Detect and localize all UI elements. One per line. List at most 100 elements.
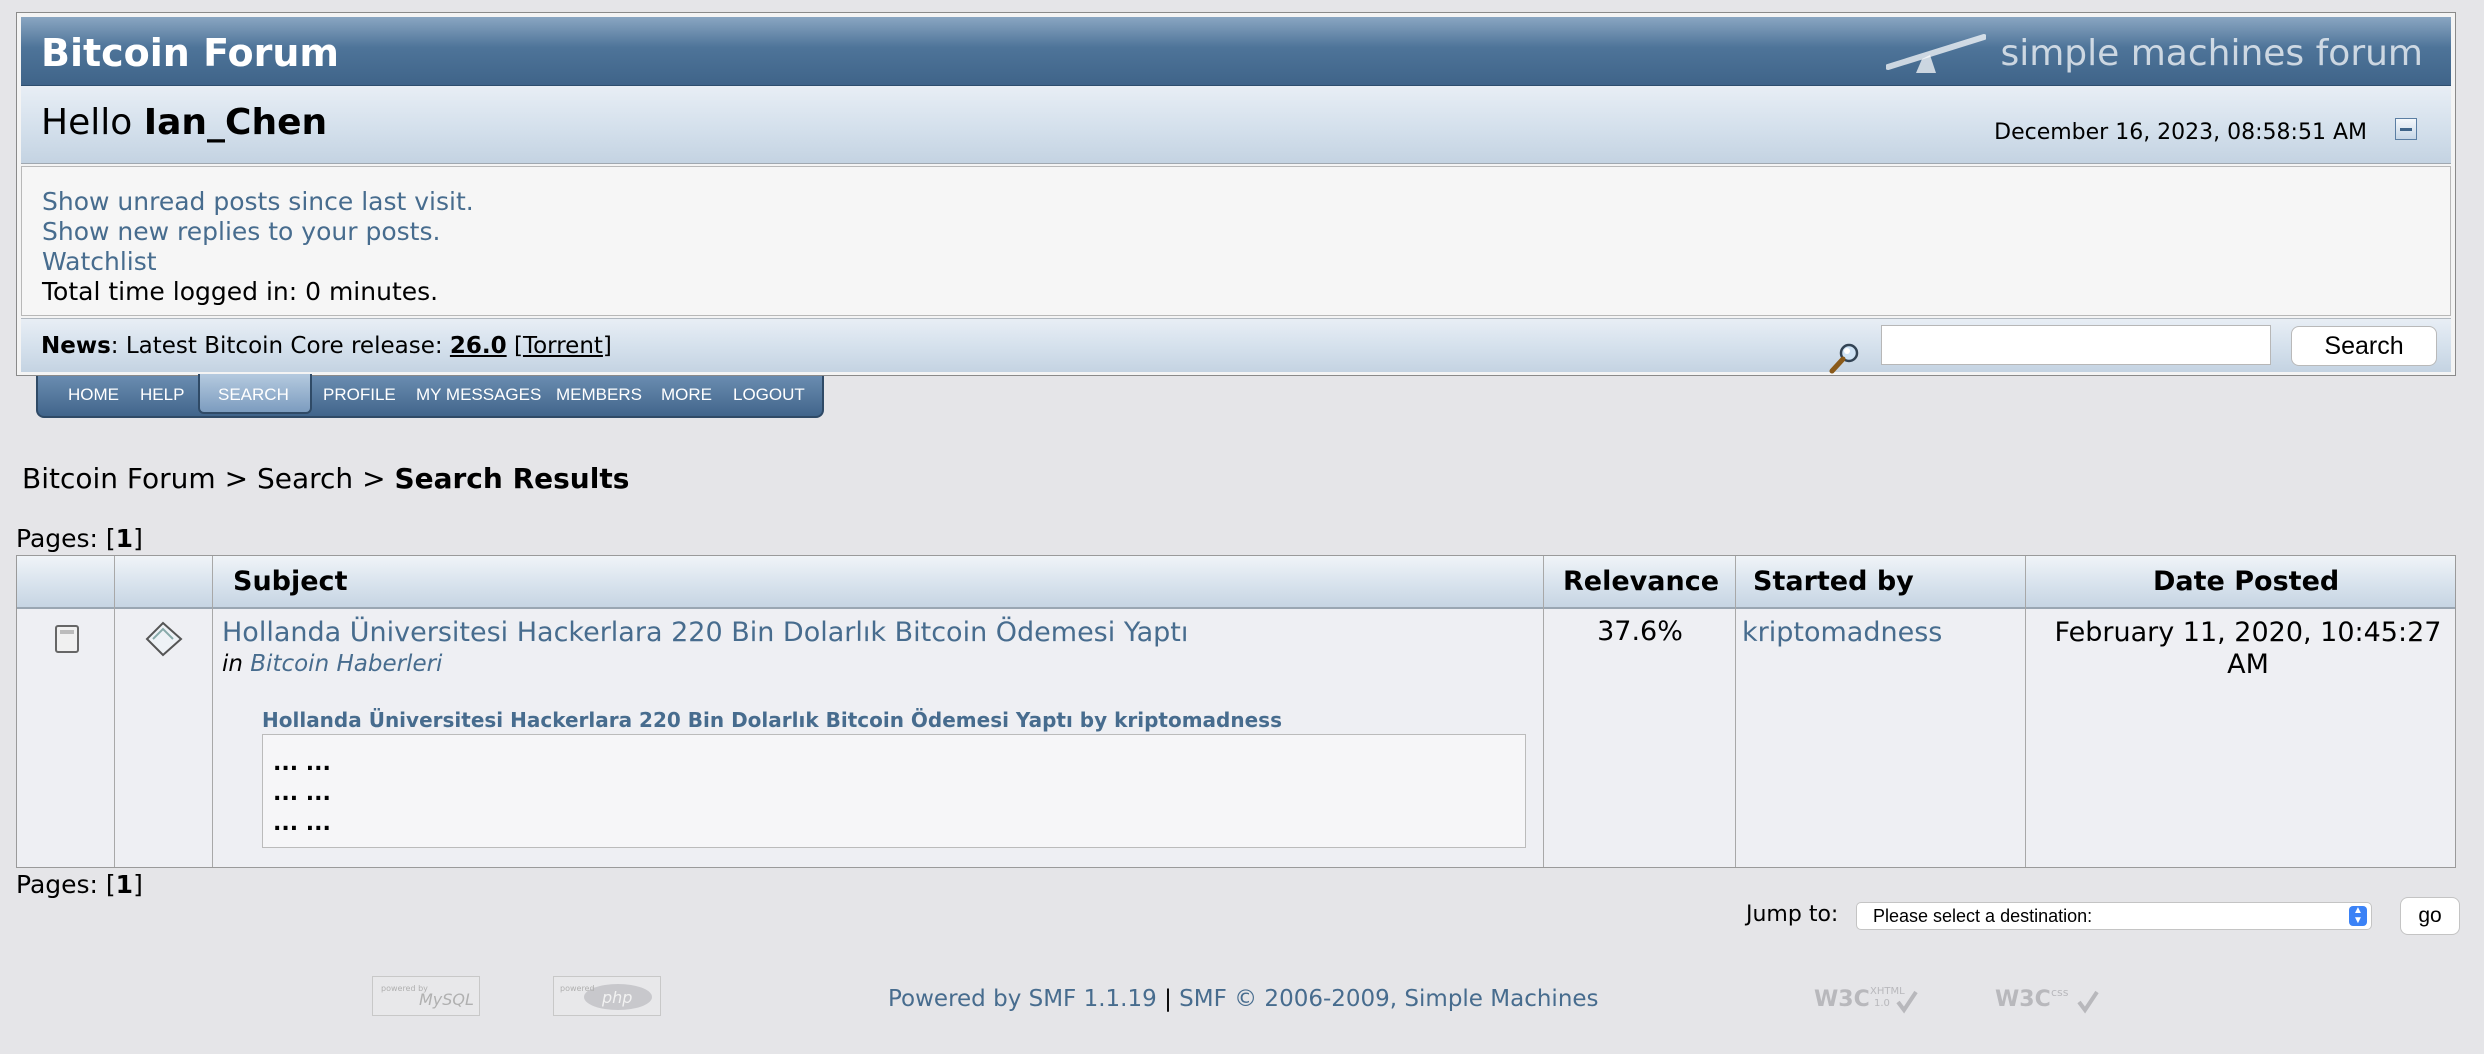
breadcrumb-home[interactable]: Bitcoin Forum (22, 462, 216, 495)
jump-to-select[interactable]: Please select a destination: ▲ ▼ (1856, 902, 2372, 930)
topic-icon (145, 621, 183, 657)
pagination-top: Pages: [1] (16, 524, 143, 553)
svg-text:powered by: powered by (381, 984, 428, 993)
new-replies-link[interactable]: Show new replies to your posts. (42, 217, 440, 246)
current-datetime: December 16, 2023, 08:58:51 AM (1994, 120, 2367, 145)
page-number[interactable]: 1 (116, 524, 133, 553)
relevance-value: 37.6% (1597, 616, 1683, 647)
date-line: February 11, 2020, 10:45:27 (2054, 617, 2442, 648)
header-date-posted[interactable]: Date Posted (2153, 566, 2339, 597)
tab-my-messages[interactable]: MY MESSAGES (416, 385, 541, 405)
preview-line: ... ... (273, 751, 331, 776)
breadcrumb-sep: > (215, 462, 257, 495)
svg-text:php: php (601, 988, 632, 1007)
news-bar: News: Latest Bitcoin Core release: 26.0 … (21, 318, 2451, 374)
column-divider (1543, 556, 1544, 867)
breadcrumb-current: Search Results (394, 462, 630, 495)
forum-title[interactable]: Bitcoin Forum (41, 31, 339, 75)
tab-more[interactable]: MORE (661, 385, 712, 405)
php-badge[interactable]: php powered (553, 976, 661, 1016)
preview-line: ... ... (273, 781, 331, 806)
column-divider (1735, 556, 1736, 867)
unread-posts-link[interactable]: Show unread posts since last visit. (42, 187, 474, 216)
hello-prefix: Hello (41, 102, 133, 143)
preview-title[interactable]: Hollanda Üniversitesi Hackerlara 220 Bin… (262, 708, 1282, 732)
xhtml-badge[interactable]: W3C XHTML 1.0 (1812, 976, 1920, 1016)
svg-text:css: css (2051, 986, 2069, 999)
seesaw-logo-icon (1886, 34, 1987, 73)
search-magnifier-icon (1829, 343, 1859, 374)
date-line: AM (2227, 649, 2269, 680)
time-logged-in: Total time logged in: 0 minutes. (42, 277, 439, 306)
core-version-link[interactable]: 26.0 (450, 333, 507, 359)
select-arrows-icon: ▲ ▼ (2349, 906, 2367, 926)
pages-close: ] (133, 870, 143, 899)
bracket-open: [ (506, 333, 523, 359)
column-divider (2025, 556, 2026, 867)
header-relevance[interactable]: Relevance (1563, 566, 1719, 597)
news-label: News (41, 333, 111, 359)
username: Ian_Chen (143, 102, 328, 143)
news-body: : Latest Bitcoin Core release: (110, 333, 450, 359)
svg-text:1.0: 1.0 (1874, 998, 1890, 1009)
column-divider (114, 556, 115, 867)
result-board: in Bitcoin Haberleri (222, 651, 442, 677)
torrent-link[interactable]: Torrent (523, 333, 603, 359)
tab-search[interactable]: SEARCH (218, 385, 289, 405)
css-badge[interactable]: W3C css (1993, 976, 2101, 1016)
greeting: Hello Ian_Chen (41, 102, 327, 143)
main-menu: HOME HELP SEARCH PROFILE MY MESSAGES MEM… (36, 374, 824, 418)
footer-sep: | (1156, 986, 1180, 1012)
header-frame: Bitcoin Forum simple machines forum Hell… (16, 12, 2456, 376)
jump-selected: Please select a destination: (1873, 906, 2093, 926)
page-number[interactable]: 1 (116, 870, 133, 899)
title-bar: Bitcoin Forum simple machines forum (21, 17, 2451, 86)
jump-to-label: Jump to: (1746, 902, 1839, 927)
powered-by-link[interactable]: Powered by SMF 1.1.19 (888, 986, 1157, 1012)
tab-home[interactable]: HOME (68, 385, 119, 405)
svg-text:powered: powered (560, 984, 595, 993)
board-link[interactable]: Bitcoin Haberleri (250, 651, 442, 677)
header-started-by[interactable]: Started by (1753, 566, 1914, 597)
in-label: in (222, 651, 243, 677)
column-divider (212, 556, 213, 867)
pages-close: ] (133, 524, 143, 553)
collapse-icon[interactable] (2395, 118, 2417, 140)
post-icon (55, 625, 79, 653)
w3c-xhtml-icon: W3C XHTML 1.0 (1814, 986, 1918, 1014)
started-by-link[interactable]: kriptomadness (1742, 617, 1942, 648)
pages-label: Pages: [ (16, 870, 116, 899)
breadcrumb: Bitcoin Forum > Search > Search Results (22, 462, 629, 495)
tab-help[interactable]: HELP (140, 385, 184, 405)
w3c-css-icon: W3C css (1995, 986, 2099, 1014)
mysql-badge[interactable]: MySQL powered by (372, 976, 480, 1016)
pages-label: Pages: [ (16, 524, 116, 553)
svg-text:W3C: W3C (1814, 987, 1870, 1012)
smf-logo-text: simple machines forum (2000, 32, 2423, 74)
search-results-table: Subject Relevance Started by Date Posted… (16, 555, 2456, 868)
footer-credits: Powered by SMF 1.1.19 | SMF © 2006-2009,… (888, 986, 1599, 1012)
tab-profile[interactable]: PROFILE (323, 385, 396, 405)
tab-logout[interactable]: LOGOUT (733, 385, 805, 405)
copyright-link[interactable]: SMF © 2006-2009, Simple Machines (1179, 986, 1598, 1012)
bracket-close: ] (602, 333, 612, 359)
svg-text:W3C: W3C (1995, 987, 2051, 1012)
header-subject[interactable]: Subject (233, 566, 347, 597)
table-header: Subject Relevance Started by Date Posted (17, 556, 2455, 609)
user-panel: Show unread posts since last visit. Show… (21, 166, 2451, 316)
date-posted: February 11, 2020, 10:45:27 AM (2039, 617, 2457, 681)
mysql-logo-icon: MySQL powered by (381, 984, 474, 1009)
watchlist-link[interactable]: Watchlist (42, 247, 157, 276)
smf-logo[interactable]: simple machines forum (1886, 29, 2423, 77)
go-button[interactable]: go (2400, 897, 2460, 935)
search-input[interactable] (1881, 325, 2271, 365)
preview-line: ... ... (273, 811, 331, 836)
greeting-bar: Hello Ian_Chen December 16, 2023, 08:58:… (21, 86, 2451, 164)
preview-box: ... ... ... ... ... ... (262, 734, 1526, 848)
search-button[interactable]: Search (2291, 326, 2437, 366)
tab-members[interactable]: MEMBERS (556, 385, 642, 405)
php-logo-icon: php powered (560, 984, 652, 1010)
news-text: News: Latest Bitcoin Core release: 26.0 … (41, 333, 612, 359)
breadcrumb-search[interactable]: Search (257, 462, 353, 495)
result-title-link[interactable]: Hollanda Üniversitesi Hackerlara 220 Bin… (222, 617, 1188, 648)
